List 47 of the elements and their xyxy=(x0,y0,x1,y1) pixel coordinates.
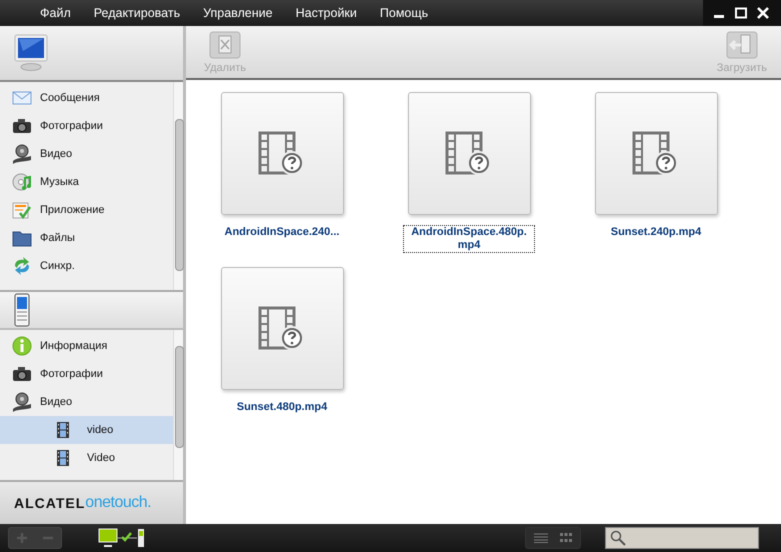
search-icon xyxy=(610,530,626,546)
camera-icon xyxy=(12,116,32,136)
sidebar-item[interactable]: Видео xyxy=(0,388,173,416)
phone-icon[interactable] xyxy=(14,293,30,327)
music-disc-icon xyxy=(12,172,32,192)
file-name[interactable]: Sunset.240p.mp4 xyxy=(608,225,704,240)
sidebar-item[interactable]: Видео xyxy=(0,140,173,168)
video-thumbnail[interactable] xyxy=(408,92,530,215)
menu-item[interactable]: Управление xyxy=(203,6,273,20)
delete-file-icon xyxy=(209,31,241,59)
file-name[interactable]: AndroidInSpace.240... xyxy=(222,225,342,240)
sidebar-item[interactable]: Video xyxy=(0,444,173,472)
sync-arrows-icon xyxy=(12,256,32,276)
video-thumbnail[interactable] xyxy=(220,92,344,215)
sidebar-item[interactable]: Синхр. xyxy=(0,252,173,280)
search-field[interactable] xyxy=(605,527,759,549)
menu-item[interactable]: Настройки xyxy=(296,6,357,20)
sidebar-item[interactable]: Фотографии xyxy=(0,112,173,140)
camera-icon xyxy=(12,364,32,384)
video-thumbnail[interactable] xyxy=(220,267,344,390)
brand-logo: ALCATEL xyxy=(14,495,86,511)
scrollbar[interactable] xyxy=(173,330,183,480)
sidebar-item[interactable]: video xyxy=(0,416,173,444)
sidebar-item[interactable]: Музыка xyxy=(0,168,173,196)
monitor-icon[interactable] xyxy=(14,34,48,72)
maximize-icon[interactable] xyxy=(735,7,747,19)
scrollbar[interactable] xyxy=(173,82,183,290)
file-name[interactable]: Sunset.480p.mp4 xyxy=(234,400,330,415)
sidebar-item[interactable]: Информация xyxy=(0,332,173,360)
menu-item[interactable]: Редактировать xyxy=(94,6,180,20)
sidebar-item[interactable]: Файлы xyxy=(0,224,173,252)
connection-icon xyxy=(98,528,146,548)
grid-view-icon[interactable] xyxy=(560,533,572,543)
product-logo: onetouch. xyxy=(85,494,152,512)
film-reel-icon xyxy=(12,392,32,412)
menu-item[interactable]: Помощь xyxy=(380,6,428,20)
sidebar-item[interactable]: Сообщения xyxy=(0,84,173,112)
checklist-icon xyxy=(12,200,32,220)
film-reel-icon xyxy=(12,144,32,164)
menu-item[interactable]: Файл xyxy=(40,6,71,20)
list-view-icon[interactable] xyxy=(534,533,548,543)
sidebar-item[interactable]: Фотографии xyxy=(0,360,173,388)
sidebar-item[interactable]: Приложение xyxy=(0,196,173,224)
close-icon[interactable] xyxy=(757,7,769,19)
info-icon xyxy=(12,336,32,356)
video-thumbnail[interactable] xyxy=(594,92,718,215)
file-name[interactable]: AndroidInSpace.480p.mp4 xyxy=(403,225,535,253)
